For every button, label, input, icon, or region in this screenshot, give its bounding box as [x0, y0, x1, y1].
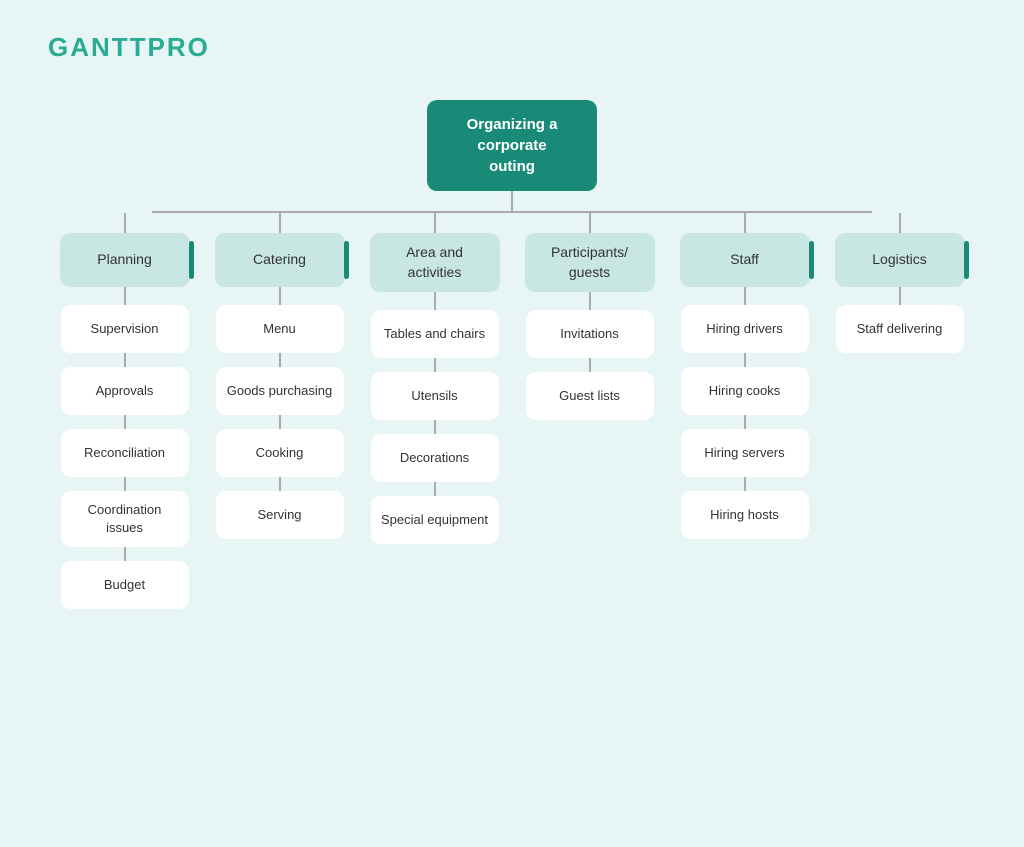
v-line-between-children	[434, 420, 436, 434]
v-line-between-children	[124, 415, 126, 429]
level1-col-area: Area and activities Tables and chairs Uten…	[362, 213, 507, 609]
level1-col-participants: Participants/ guests Invitations Guest lis…	[517, 213, 662, 609]
level2-node: Guest lists	[526, 372, 654, 420]
level2-node: Goods purchasing	[216, 367, 344, 415]
v-line-between-children	[124, 477, 126, 491]
v-line-between-children	[279, 477, 281, 491]
level2-node: Utensils	[371, 372, 499, 420]
level2-item: Tables and chairs	[371, 310, 499, 372]
v-line-top-area	[434, 213, 436, 233]
root-connector-line	[511, 191, 513, 211]
level1-node-participants: Participants/ guests	[525, 233, 655, 292]
level1-node-catering: Catering	[215, 233, 345, 287]
level2-list-logistics: Staff delivering	[836, 305, 964, 353]
v-line-between-children	[744, 415, 746, 429]
level2-item: Invitations	[526, 310, 654, 372]
level1-col-logistics: Logistics Staff delivering	[827, 213, 972, 609]
level2-node: Decorations	[371, 434, 499, 482]
level2-node: Budget	[61, 561, 189, 609]
level2-node: Hiring cooks	[681, 367, 809, 415]
level2-item: Budget	[61, 561, 189, 609]
v-line-between-children	[124, 353, 126, 367]
v-line-between-children	[279, 415, 281, 429]
h-line	[152, 211, 872, 213]
level2-list-participants: Invitations Guest lists	[526, 310, 654, 420]
v-line-top-planning	[124, 213, 126, 233]
v-line-mid-planning	[124, 287, 126, 305]
v-line-between-children	[434, 482, 436, 496]
level2-item: Hiring cooks	[681, 367, 809, 429]
level1-row: Planning Supervision Approvals Reconciliati…	[32, 213, 992, 609]
level2-item: Hiring drivers	[681, 305, 809, 367]
level2-node: Supervision	[61, 305, 189, 353]
v-line-top-staff	[744, 213, 746, 233]
v-line-between-children	[744, 477, 746, 491]
level2-item: Coordination issues	[61, 491, 189, 561]
level1-node-logistics: Logistics	[835, 233, 965, 287]
level2-node: Invitations	[526, 310, 654, 358]
level2-item: Staff delivering	[836, 305, 964, 353]
level2-node: Tables and chairs	[371, 310, 499, 358]
v-line-mid-staff	[744, 287, 746, 305]
logo: GANTTPRO	[48, 32, 210, 63]
level2-item: Reconciliation	[61, 429, 189, 491]
level2-item: Menu	[216, 305, 344, 367]
level2-node: Reconciliation	[61, 429, 189, 477]
level1-col-staff: Staff Hiring drivers Hiring cooks Hiring se…	[672, 213, 817, 609]
level2-item: Decorations	[371, 434, 499, 496]
level2-item: Supervision	[61, 305, 189, 367]
v-line-mid-logistics	[899, 287, 901, 305]
level2-node: Hiring hosts	[681, 491, 809, 539]
level2-list-planning: Supervision Approvals Reconciliation Coordi…	[61, 305, 189, 609]
level2-list-area: Tables and chairs Utensils Decorations Spec…	[371, 310, 499, 544]
v-line-top-catering	[279, 213, 281, 233]
level2-node: Menu	[216, 305, 344, 353]
level1-node-planning: Planning	[60, 233, 190, 287]
v-line-between-children	[124, 547, 126, 561]
level2-item: Cooking	[216, 429, 344, 491]
level2-node: Special equipment	[371, 496, 499, 544]
level2-list-staff: Hiring drivers Hiring cooks Hiring servers…	[681, 305, 809, 539]
level2-item: Goods purchasing	[216, 367, 344, 429]
h-line-wrapper	[62, 211, 962, 213]
level2-list-catering: Menu Goods purchasing Cooking Serving	[216, 305, 344, 539]
level2-item: Approvals	[61, 367, 189, 429]
v-line-top-participants	[589, 213, 591, 233]
v-line-top-logistics	[899, 213, 901, 233]
level2-item: Serving	[216, 491, 344, 539]
v-line-mid-participants	[589, 292, 591, 310]
level2-item: Utensils	[371, 372, 499, 434]
v-line-mid-catering	[279, 287, 281, 305]
v-line-mid-area	[434, 292, 436, 310]
v-line-between-children	[744, 353, 746, 367]
level2-node: Hiring servers	[681, 429, 809, 477]
level1-node-staff: Staff	[680, 233, 810, 287]
level2-item: Guest lists	[526, 372, 654, 420]
level2-node: Hiring drivers	[681, 305, 809, 353]
level2-item: Hiring servers	[681, 429, 809, 491]
level2-node: Approvals	[61, 367, 189, 415]
level1-col-catering: Catering Menu Goods purchasing Cooking Servi…	[207, 213, 352, 609]
v-line-between-children	[279, 353, 281, 367]
level2-node: Staff delivering	[836, 305, 964, 353]
chart-container: Organizing a corporate outing Planning Su…	[0, 100, 1024, 847]
v-line-between-children	[434, 358, 436, 372]
level1-node-area: Area and activities	[370, 233, 500, 292]
level1-col-planning: Planning Supervision Approvals Reconciliati…	[52, 213, 197, 609]
level2-node: Serving	[216, 491, 344, 539]
level2-node: Coordination issues	[61, 491, 189, 547]
level2-item: Hiring hosts	[681, 491, 809, 539]
root-node: Organizing a corporate outing	[427, 100, 597, 191]
level2-node: Cooking	[216, 429, 344, 477]
level2-item: Special equipment	[371, 496, 499, 544]
v-line-between-children	[589, 358, 591, 372]
